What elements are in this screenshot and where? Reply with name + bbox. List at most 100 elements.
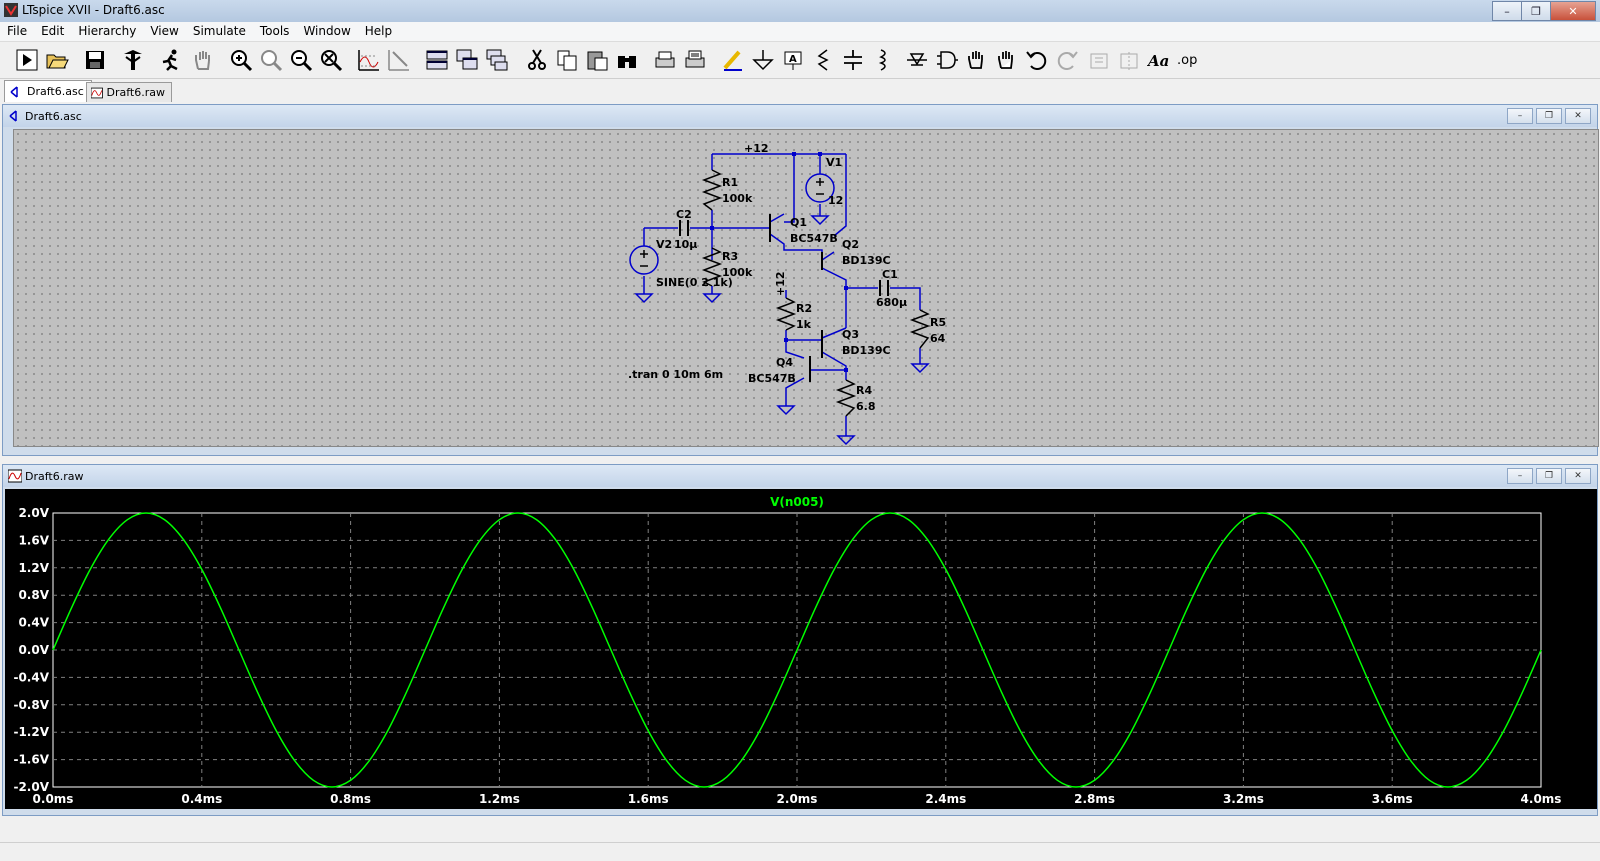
schematic-icon [10, 85, 18, 98]
menu-edit[interactable]: Edit [34, 22, 71, 41]
menu-help[interactable]: Help [358, 22, 399, 41]
tab-draft6-raw[interactable]: Draft6.raw [86, 82, 172, 102]
spice-directive[interactable]: .tran 0 10m 6m [628, 368, 723, 381]
autorange-icon[interactable] [356, 47, 382, 73]
menu-tools[interactable]: Tools [253, 22, 297, 41]
schematic-window-titlebar: Draft6.asc – ❐ ✕ [3, 105, 1597, 127]
text-icon[interactable]: Aa [1146, 47, 1172, 73]
x-tick-label: 0.8ms [330, 792, 371, 806]
control-panel-icon[interactable] [120, 47, 146, 73]
tile-vertical-icon[interactable] [484, 47, 510, 73]
r3-name-label: R3 [722, 250, 738, 263]
x-tick-label: 2.4ms [925, 792, 966, 806]
y-tick-label: 0.4V [18, 616, 49, 630]
resistors [701, 169, 931, 417]
inductor-icon[interactable] [870, 47, 896, 73]
menu-bar: File Edit Hierarchy View Simulate Tools … [0, 22, 1600, 42]
waveform-window-titlebar: Draft6.raw – ❐ ✕ [3, 465, 1597, 487]
menu-simulate[interactable]: Simulate [186, 22, 253, 41]
cascade-icon[interactable] [454, 47, 480, 73]
resistor-r4 [835, 379, 857, 417]
find-icon[interactable] [614, 47, 640, 73]
q1-model-label: BC547B [790, 232, 838, 245]
mirror-icon[interactable] [1116, 47, 1142, 73]
print-icon[interactable] [682, 47, 708, 73]
maximize-button[interactable]: ❐ [1536, 108, 1562, 124]
close-button[interactable]: ✕ [1550, 1, 1596, 21]
schematic-canvas[interactable]: +12 V1 12 R1 100k C2 10µ V2 R3 100k SINE… [13, 129, 1599, 447]
q2-name-label: Q2 [842, 238, 859, 251]
spice-directive-icon[interactable]: .op [1176, 47, 1202, 73]
run-icon[interactable] [14, 47, 40, 73]
capacitor-icon[interactable] [840, 47, 866, 73]
rotate-icon[interactable] [1086, 47, 1112, 73]
r2-name-label: R2 [796, 302, 812, 315]
close-button[interactable]: ✕ [1565, 108, 1591, 124]
y-tick-label: -1.2V [13, 725, 49, 739]
wire-icon[interactable] [720, 47, 746, 73]
resistor-r2 [775, 297, 797, 331]
save-icon[interactable] [82, 47, 108, 73]
q4-model-label: BC547B [748, 372, 796, 385]
x-tick-label: 2.8ms [1074, 792, 1115, 806]
maximize-button[interactable]: ❐ [1536, 468, 1562, 484]
close-button[interactable]: ✕ [1565, 468, 1591, 484]
resistor-icon[interactable] [810, 47, 836, 73]
paste-icon[interactable] [584, 47, 610, 73]
waveform-window: Draft6.raw – ❐ ✕ 0.0ms 0.4ms 0.8ms 1.2ms 1.6… [2, 464, 1598, 816]
v2-name-label: V2 [656, 238, 672, 251]
vcc-label: +12 [744, 142, 769, 155]
run-man-icon[interactable] [158, 47, 184, 73]
q4-name-label: Q4 [776, 356, 793, 369]
menu-view[interactable]: View [143, 22, 185, 41]
label-icon[interactable]: A [780, 47, 806, 73]
menu-file[interactable]: File [0, 22, 34, 41]
ground-icon[interactable] [750, 47, 776, 73]
svg-text:A: A [789, 54, 797, 65]
drag-icon[interactable] [994, 47, 1020, 73]
diode-icon[interactable] [904, 47, 930, 73]
menu-window[interactable]: Window [296, 22, 357, 41]
trace-label-vn005[interactable]: V(n005) [770, 495, 824, 509]
undo-icon[interactable] [1024, 47, 1050, 73]
y-tick-label: -2.0V [13, 780, 49, 794]
print-setup-icon[interactable] [652, 47, 678, 73]
redo-icon[interactable] [1054, 47, 1080, 73]
y-tick-label: 0.0V [18, 643, 49, 657]
resistor-r1 [701, 169, 723, 211]
resistor-r5 [909, 309, 931, 349]
cut-icon[interactable] [524, 47, 550, 73]
minimize-button[interactable]: – [1492, 1, 1522, 21]
delete-plot-icon[interactable] [386, 47, 412, 73]
c1-name-label: C1 [882, 268, 898, 281]
menu-hierarchy[interactable]: Hierarchy [71, 22, 143, 41]
y-tick-label: 1.6V [18, 533, 49, 547]
open-icon[interactable] [44, 47, 70, 73]
y-tick-label: 2.0V [18, 506, 49, 520]
capacitor-c2 [679, 220, 689, 236]
v2-value-label: SINE(0 2 1k) [656, 276, 733, 289]
zoom-area-icon[interactable] [258, 47, 284, 73]
pan-hand-icon[interactable] [190, 47, 216, 73]
component-icon[interactable] [934, 47, 960, 73]
maximize-button[interactable]: ❐ [1521, 1, 1551, 21]
r2-value-label: 1k [796, 318, 812, 331]
zoom-in-icon[interactable] [228, 47, 254, 73]
tab-draft6-asc[interactable]: Draft6.asc [4, 80, 92, 102]
waveform-plot[interactable]: 0.0ms 0.4ms 0.8ms 1.2ms 1.6ms 2.0ms 2.4ms 2.8ms… [5, 489, 1597, 809]
x-tick-label: 1.2ms [479, 792, 520, 806]
tile-horizontal-icon[interactable] [424, 47, 450, 73]
q3-model-label: BD139C [842, 344, 891, 357]
waveform-chart: 0.0ms 0.4ms 0.8ms 1.2ms 1.6ms 2.0ms 2.4ms 2.8ms… [13, 495, 1562, 806]
zoom-out-icon[interactable] [288, 47, 314, 73]
r1-value-label: 100k [722, 192, 753, 205]
r5-name-label: R5 [930, 316, 946, 329]
minimize-button[interactable]: – [1507, 108, 1533, 124]
x-tick-label: 4.0ms [1521, 792, 1562, 806]
ltspice-logo-icon [4, 3, 18, 17]
zoom-cancel-icon[interactable] [318, 47, 344, 73]
copy-icon[interactable] [554, 47, 580, 73]
move-icon[interactable] [964, 47, 990, 73]
minimize-button[interactable]: – [1507, 468, 1533, 484]
r1-name-label: R1 [722, 176, 738, 189]
